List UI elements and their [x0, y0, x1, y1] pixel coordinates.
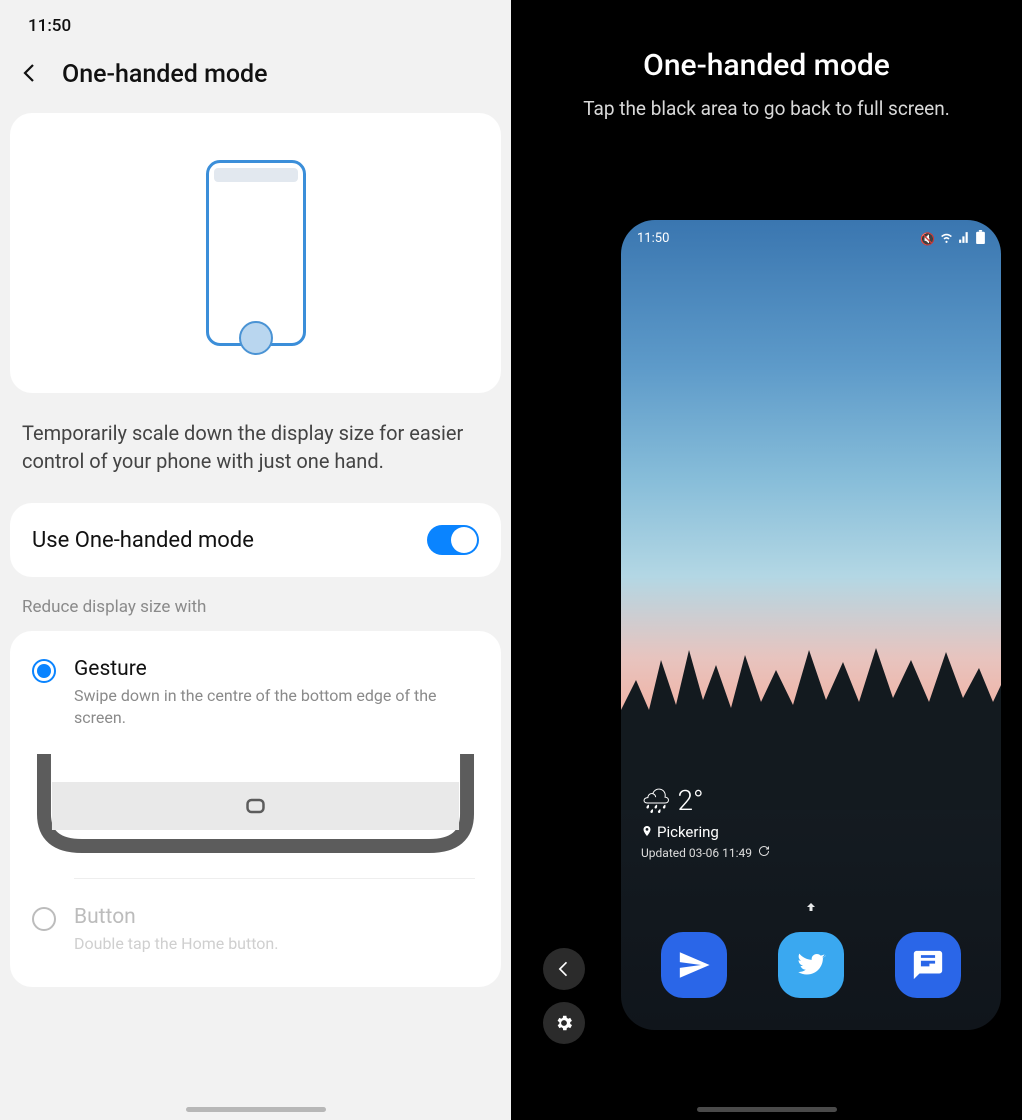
option-subtitle: Swipe down in the centre of the bottom e…	[74, 685, 479, 728]
mini-phone-preview[interactable]: 11:50 🔇 🌧 2°	[621, 220, 1001, 1030]
weather-location: Pickering	[657, 823, 719, 841]
floating-settings-button[interactable]	[543, 1002, 585, 1044]
preview-pane[interactable]: One-handed mode Tap the black area to go…	[511, 0, 1022, 1120]
send-app-icon[interactable]	[661, 932, 727, 998]
option-title: Button	[74, 905, 278, 929]
description-text: Temporarily scale down the display size …	[0, 393, 511, 499]
weather-temp: 2°	[677, 784, 703, 817]
toggle-switch[interactable]	[427, 525, 479, 555]
phone-illustration	[206, 160, 306, 346]
preview-subtitle: Tap the black area to go back to full sc…	[511, 83, 1022, 120]
twitter-app-icon[interactable]	[778, 932, 844, 998]
treeline	[621, 590, 1001, 810]
options-card: Gesture Swipe down in the centre of the …	[10, 631, 501, 987]
option-gesture[interactable]: Gesture Swipe down in the centre of the …	[10, 637, 501, 736]
home-indicator[interactable]	[186, 1107, 326, 1112]
section-label: Reduce display size with	[0, 577, 511, 627]
battery-icon	[976, 230, 985, 247]
toggle-row[interactable]: Use One-handed mode	[10, 503, 501, 577]
weather-updated: Updated 03-06 11:49	[641, 846, 752, 860]
radio-button[interactable]	[32, 907, 56, 931]
signal-icon	[958, 231, 971, 247]
toggle-label: Use One-handed mode	[32, 528, 254, 553]
preview-title: One-handed mode	[511, 0, 1022, 83]
radio-gesture[interactable]	[32, 659, 56, 683]
messages-app-icon[interactable]	[895, 932, 961, 998]
home-indicator[interactable]	[697, 1107, 837, 1112]
floating-back-button[interactable]	[543, 948, 585, 990]
settings-pane: 11:50 One-handed mode Temporarily scale …	[0, 0, 511, 1120]
location-pin-icon	[641, 823, 653, 841]
header: One-handed mode	[0, 36, 511, 109]
wifi-icon	[940, 231, 953, 247]
mini-status-bar: 11:50 🔇	[621, 230, 1001, 247]
page-title: One-handed mode	[62, 60, 268, 89]
option-title: Gesture	[74, 657, 479, 681]
option-subtitle: Double tap the Home button.	[74, 933, 278, 955]
weather-widget[interactable]: 🌧 2° Pickering Updated 03-06 11:49	[641, 784, 770, 860]
mini-status-icons: 🔇	[920, 230, 985, 247]
option-button[interactable]: Button Double tap the Home button.	[10, 885, 501, 963]
mute-icon: 🔇	[920, 232, 935, 246]
back-icon[interactable]	[18, 61, 42, 89]
refresh-icon[interactable]	[758, 845, 770, 860]
weather-icon: 🌧	[641, 787, 671, 815]
gesture-illustration	[36, 754, 475, 854]
mini-status-time: 11:50	[637, 231, 669, 246]
home-up-icon[interactable]	[805, 898, 817, 910]
status-time: 11:50	[0, 0, 511, 36]
divider	[74, 878, 475, 879]
app-dock	[621, 920, 1001, 1010]
illustration-card	[10, 113, 501, 393]
